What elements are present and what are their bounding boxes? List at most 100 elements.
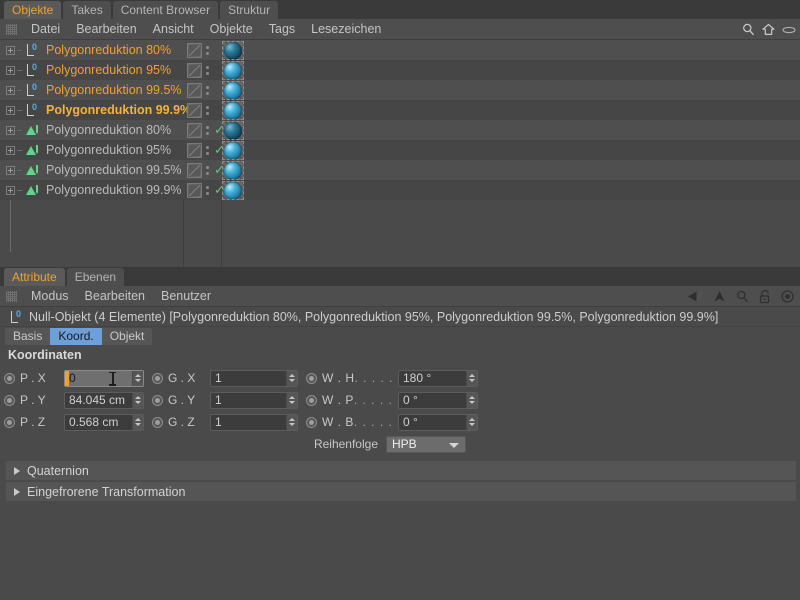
home-icon[interactable] [762, 23, 775, 36]
radio-px[interactable] [4, 372, 15, 384]
object-row[interactable]: Polygonreduktion 80% ✓ [0, 120, 800, 140]
menu-datei[interactable]: Datei [23, 19, 68, 40]
visibility-dots-icon[interactable] [206, 185, 211, 195]
eye-icon[interactable] [782, 25, 796, 35]
spinner-wp[interactable] [466, 392, 477, 408]
radio-gx[interactable] [152, 372, 163, 384]
tab-basis[interactable]: Basis [5, 328, 50, 345]
phong-tag-icon[interactable] [187, 122, 202, 138]
polygon-reduction-icon[interactable] [25, 123, 41, 137]
object-row-label[interactable]: Polygonreduktion 99.9% [46, 183, 182, 197]
object-row[interactable]: Polygonreduktion 99.9%✓ [0, 180, 800, 200]
menu-bearbeiten[interactable]: Bearbeiten [68, 19, 144, 40]
object-row-label[interactable]: Polygonreduktion 99.9% [46, 103, 191, 117]
radio-py[interactable] [4, 394, 15, 406]
input-wh[interactable]: 180 ° [398, 369, 478, 387]
object-row-label[interactable]: Polygonreduktion 80% [46, 43, 171, 57]
tab-takes[interactable]: Takes [63, 1, 111, 19]
expand-toggle-icon[interactable] [6, 85, 15, 95]
phong-tag-icon[interactable] [187, 142, 202, 158]
object-row[interactable]: Polygonreduktion 99.5%✓ [0, 160, 800, 180]
null-object-icon[interactable] [25, 41, 41, 57]
phong-tag-icon[interactable] [187, 182, 202, 198]
fold-section-frozen-transformation[interactable]: Eingefrorene Transformation [6, 482, 796, 501]
material-tag-cell[interactable] [222, 81, 244, 100]
input-px[interactable]: 0 [64, 369, 144, 387]
object-row-label[interactable]: Polygonreduktion 99.5% [46, 83, 182, 97]
visibility-dots-icon[interactable] [206, 45, 211, 55]
visibility-dots-icon[interactable] [206, 105, 211, 115]
radio-pz[interactable] [4, 416, 15, 428]
expand-toggle-icon[interactable] [6, 105, 15, 115]
object-row-label[interactable]: Polygonreduktion 99.5% [46, 163, 182, 177]
radio-wb[interactable] [306, 416, 317, 428]
expand-toggle-icon[interactable] [6, 185, 15, 195]
null-object-icon[interactable] [25, 61, 41, 77]
menu-modus[interactable]: Modus [23, 286, 77, 307]
menu-lesezeichen[interactable]: Lesezeichen [303, 19, 389, 40]
tab-objekt[interactable]: Objekt [102, 328, 153, 345]
search-icon[interactable] [736, 290, 749, 303]
phong-tag-icon[interactable] [187, 82, 202, 98]
menu-ansicht[interactable]: Ansicht [145, 19, 202, 40]
radio-gy[interactable] [152, 394, 163, 406]
object-list[interactable]: Polygonreduktion 80%✓Polygonreduktion 95… [0, 40, 800, 267]
phong-tag-icon[interactable] [187, 162, 202, 178]
expand-toggle-icon[interactable] [6, 45, 15, 55]
polygon-reduction-icon[interactable] [25, 183, 41, 197]
spinner-gy[interactable] [286, 392, 297, 408]
polygon-reduction-icon[interactable] [25, 143, 41, 157]
visibility-dots-icon[interactable] [206, 125, 211, 135]
spinner-pz[interactable] [132, 414, 143, 430]
tab-attribute[interactable]: Attribute [4, 268, 65, 286]
input-gx[interactable]: 1 [210, 369, 298, 387]
menu-objekte[interactable]: Objekte [202, 19, 261, 40]
spinner-wh[interactable] [466, 370, 477, 386]
spinner-gz[interactable] [286, 414, 297, 430]
select-reihenfolge[interactable]: HPB [386, 435, 466, 453]
input-pz[interactable]: 0.568 cm [64, 413, 144, 431]
visibility-dots-icon[interactable] [206, 165, 211, 175]
object-row-label[interactable]: Polygonreduktion 80% [46, 123, 171, 137]
spinner-gx[interactable] [286, 370, 297, 386]
material-tag-cell[interactable] [222, 41, 244, 60]
fold-section-quaternion[interactable]: Quaternion [6, 461, 796, 480]
up-arrow-icon[interactable] [713, 290, 726, 303]
object-row-label[interactable]: Polygonreduktion 95% [46, 143, 171, 157]
spinner-py[interactable] [132, 392, 143, 408]
object-row-label[interactable]: Polygonreduktion 95% [46, 63, 171, 77]
lock-icon[interactable] [759, 289, 771, 304]
object-row[interactable]: Polygonreduktion 95% ✓ [0, 140, 800, 160]
tab-struktur[interactable]: Struktur [220, 1, 279, 19]
material-tag-cell[interactable] [222, 61, 244, 80]
visibility-dots-icon[interactable] [206, 145, 211, 155]
null-object-icon[interactable] [25, 81, 41, 97]
object-row[interactable]: Polygonreduktion 99.5%✓ [0, 80, 800, 100]
tab-content-browser[interactable]: Content Browser [112, 1, 219, 19]
radio-wp[interactable] [306, 394, 317, 406]
input-gy[interactable]: 1 [210, 391, 298, 409]
drag-grip-icon[interactable] [6, 290, 17, 302]
input-py[interactable]: 84.045 cm [64, 391, 144, 409]
expand-toggle-icon[interactable] [6, 145, 15, 155]
null-object-icon[interactable] [25, 101, 41, 117]
input-wb[interactable]: 0 ° [398, 413, 478, 431]
tab-ebenen[interactable]: Ebenen [66, 268, 125, 286]
expand-toggle-icon[interactable] [6, 165, 15, 175]
phong-tag-icon[interactable] [187, 102, 202, 118]
polygon-reduction-icon[interactable] [25, 163, 41, 177]
radio-wh[interactable] [306, 372, 317, 384]
object-row[interactable]: Polygonreduktion 80% ✓ [0, 40, 800, 60]
menu-benutzer[interactable]: Benutzer [153, 286, 219, 307]
back-arrow-icon[interactable] [687, 290, 703, 303]
input-wp[interactable]: 0 ° [398, 391, 478, 409]
material-tag-cell[interactable] [222, 181, 244, 200]
phong-tag-icon[interactable] [187, 42, 202, 58]
spinner-wb[interactable] [466, 414, 477, 430]
tab-objekte[interactable]: Objekte [4, 1, 62, 19]
target-icon[interactable] [781, 290, 794, 303]
spinner-px[interactable] [132, 370, 143, 386]
visibility-dots-icon[interactable] [206, 85, 211, 95]
tab-koord[interactable]: Koord. [50, 328, 102, 345]
drag-grip-icon[interactable] [6, 23, 17, 35]
